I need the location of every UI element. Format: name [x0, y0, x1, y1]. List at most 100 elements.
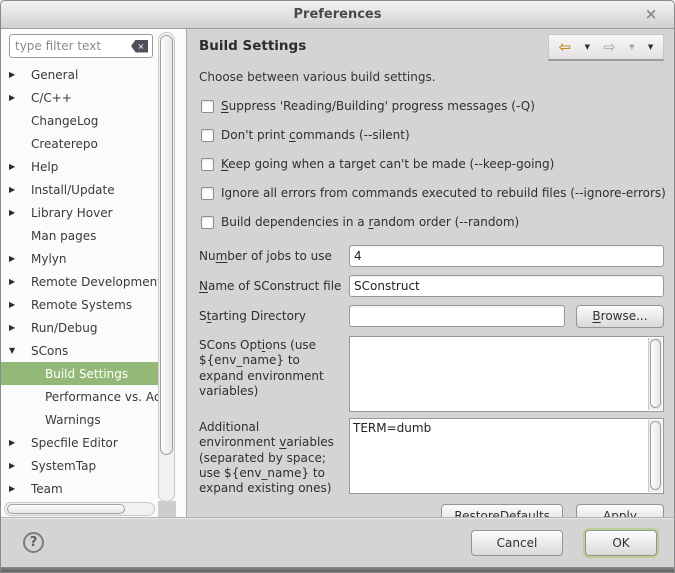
checkbox[interactable] — [201, 216, 214, 229]
checkbox[interactable] — [201, 158, 214, 171]
sidebar-item-label: Warnings — [45, 413, 101, 427]
sidebar-item-label: Team — [31, 482, 63, 496]
expand-arrow-icon[interactable]: ▶ — [9, 323, 25, 332]
sidebar-item-general[interactable]: ▶ General — [1, 63, 158, 86]
sidebar-item-mylyn[interactable]: ▶ Mylyn — [1, 247, 158, 270]
textarea-scrollbar-thumb[interactable] — [650, 421, 661, 490]
checkbox-row-build-dependencies-in-a-random[interactable]: Build dependencies in a random order (--… — [199, 212, 664, 232]
sidebar-item-performance-vs-ac[interactable]: Performance vs. Ac — [1, 385, 158, 408]
sidebar-item-label: Mylyn — [31, 252, 67, 266]
scons-options-use-env-name-t-textarea[interactable] — [349, 336, 664, 412]
sidebar-vertical-scrollbar[interactable] — [158, 32, 175, 502]
checkbox[interactable] — [201, 100, 214, 113]
number-of-jobs-to-use-input[interactable] — [349, 245, 664, 267]
sidebar-item-remote-development[interactable]: ▶ Remote Development — [1, 270, 158, 293]
expand-arrow-icon[interactable]: ▶ — [9, 185, 25, 194]
sidebar-horizontal-scrollbar[interactable] — [4, 502, 155, 516]
expand-arrow-icon[interactable]: ▶ — [9, 93, 25, 102]
sidebar-item-library-hover[interactable]: ▶ Library Hover — [1, 201, 158, 224]
sidebar-item-label: Createrepo — [31, 137, 98, 151]
checkbox-label: Suppress 'Reading/Building' progress mes… — [221, 99, 535, 113]
field-row-starting-directory: Starting DirectoryBrowse... — [199, 305, 664, 327]
name-of-sconstruct-file-input[interactable] — [349, 275, 664, 297]
filter-box: × — [9, 34, 153, 58]
textarea-scrollbar-thumb[interactable] — [650, 339, 661, 408]
checkbox-label: Build dependencies in a random order (--… — [221, 215, 519, 229]
sidebar-item-remote-systems[interactable]: ▶Remote Systems — [1, 293, 158, 316]
apply-button[interactable]: Apply — [576, 504, 664, 517]
back-arrow-icon[interactable]: ⇦ — [559, 40, 572, 55]
sidebar-item-label: General — [31, 68, 78, 82]
expand-arrow-icon[interactable]: ▶ — [9, 300, 25, 309]
close-icon[interactable]: × — [640, 1, 662, 28]
sidebar-item-warnings[interactable]: Warnings — [1, 408, 158, 431]
sidebar-item-help[interactable]: ▶ Help — [1, 155, 158, 178]
expand-arrow-icon[interactable]: ▶ — [9, 438, 25, 447]
checkbox-row-don-t-print-commands-silent[interactable]: Don't print commands (--silent) — [199, 125, 664, 145]
sidebar-item-run-debug[interactable]: ▶ Run/Debug — [1, 316, 158, 339]
help-button[interactable]: ? — [23, 532, 44, 553]
preferences-window: Preferences × × ▶ General ▶ C/C++ ChangeLog C… — [0, 0, 675, 573]
sidebar-item-systemtap[interactable]: ▶SystemTap — [1, 454, 158, 477]
sidebar-vertical-scrollbar-thumb[interactable] — [160, 35, 173, 455]
expand-arrow-icon[interactable]: ▶ — [9, 277, 25, 286]
sidebar-item-createrepo[interactable]: Createrepo — [1, 132, 158, 155]
sidebar-item-label: ChangeLog — [31, 114, 98, 128]
forward-arrow-icon[interactable]: ⇨ — [603, 40, 616, 55]
additional-environment-varia-textarea[interactable]: TERM=dumb — [349, 418, 664, 494]
sidebar-item-label: Help — [31, 160, 58, 174]
textarea-label: SCons Options (use ${env_name} to expand… — [199, 336, 349, 412]
history-toolbar: ⇦ ▼ ⇨ ▼ ▼ — [548, 34, 664, 61]
main-panel: Build Settings ⇦▼⇨▼▼ Choose between vari… — [187, 29, 674, 517]
expand-arrow-icon[interactable]: ▶ — [9, 208, 25, 217]
sidebar-item-c-c[interactable]: ▶ C/C++ — [1, 86, 158, 109]
back-history-dropdown-icon[interactable]: ▼ — [585, 44, 590, 51]
expand-arrow-icon[interactable]: ▶ — [9, 461, 25, 470]
sidebar-item-changelog[interactable]: ChangeLog — [1, 109, 158, 132]
sidebar-item-man-pages[interactable]: Man pages — [1, 224, 158, 247]
sidebar-item-label: Run/Debug — [31, 321, 98, 335]
checkbox-label: Ignore all errors from commands executed… — [221, 186, 666, 200]
sidebar-item-scons[interactable]: ▼SCons — [1, 339, 158, 362]
checkbox[interactable] — [201, 129, 214, 142]
sidebar-item-team[interactable]: ▶ Team — [1, 477, 158, 500]
checkbox-row-keep-going-when-a-target-can-t[interactable]: Keep going when a target can't be made (… — [199, 154, 664, 174]
window-bottom-edge — [1, 567, 674, 572]
sidebar-horizontal-scrollbar-thumb[interactable] — [7, 504, 125, 514]
window-title: Preferences — [1, 1, 674, 28]
field-list: Number of jobs to useName of SConstruct … — [199, 245, 664, 327]
sidebar-item-label: Man pages — [31, 229, 96, 243]
sidebar: × ▶ General ▶ C/C++ ChangeLog Createrepo ▶ Help… — [1, 29, 187, 517]
scrollbar-corner — [158, 501, 176, 517]
textarea-scrollbar[interactable] — [648, 338, 662, 410]
expand-arrow-icon[interactable]: ▶ — [9, 254, 25, 263]
checkbox-label: Keep going when a target can't be made (… — [221, 157, 554, 171]
browse-button[interactable]: Browse... — [576, 305, 664, 328]
expand-arrow-icon[interactable]: ▶ — [9, 162, 25, 171]
clear-filter-icon[interactable]: × — [131, 40, 148, 53]
checkbox-row-ignore-all-errors-from-command[interactable]: Ignore all errors from commands executed… — [199, 183, 664, 203]
filter-input[interactable] — [15, 39, 131, 53]
collapse-arrow-icon[interactable]: ▼ — [9, 346, 25, 355]
field-label: Name of SConstruct file — [199, 279, 349, 293]
expand-arrow-icon[interactable]: ▶ — [9, 70, 25, 79]
checkbox[interactable] — [201, 187, 214, 200]
titlebar: Preferences × — [1, 1, 674, 29]
checkbox-row-suppress-reading-building-prog[interactable]: Suppress 'Reading/Building' progress mes… — [199, 96, 664, 116]
view-menu-dropdown-icon[interactable]: ▼ — [648, 44, 653, 51]
sidebar-item-install-update[interactable]: ▶Install/Update — [1, 178, 158, 201]
restore-defaults-button[interactable]: Restore Defaults — [441, 504, 563, 517]
checkbox-label: Don't print commands (--silent) — [221, 128, 410, 142]
ok-button[interactable]: OK — [585, 530, 657, 556]
forward-history-dropdown-icon[interactable]: ▼ — [629, 44, 634, 51]
textarea-label: Additional environment variables (separa… — [199, 418, 349, 497]
sidebar-item-label: Remote Development — [31, 275, 158, 289]
sidebar-item-specfile-editor[interactable]: ▶Specfile Editor — [1, 431, 158, 454]
sidebar-item-build-settings[interactable]: Build Settings — [1, 362, 158, 385]
cancel-button[interactable]: Cancel — [471, 530, 563, 556]
sidebar-item-label: Library Hover — [31, 206, 113, 220]
starting-directory-input[interactable] — [349, 305, 565, 327]
textarea-scrollbar[interactable] — [648, 420, 662, 492]
expand-arrow-icon[interactable]: ▶ — [9, 484, 25, 493]
sidebar-item-label: C/C++ — [31, 91, 72, 105]
